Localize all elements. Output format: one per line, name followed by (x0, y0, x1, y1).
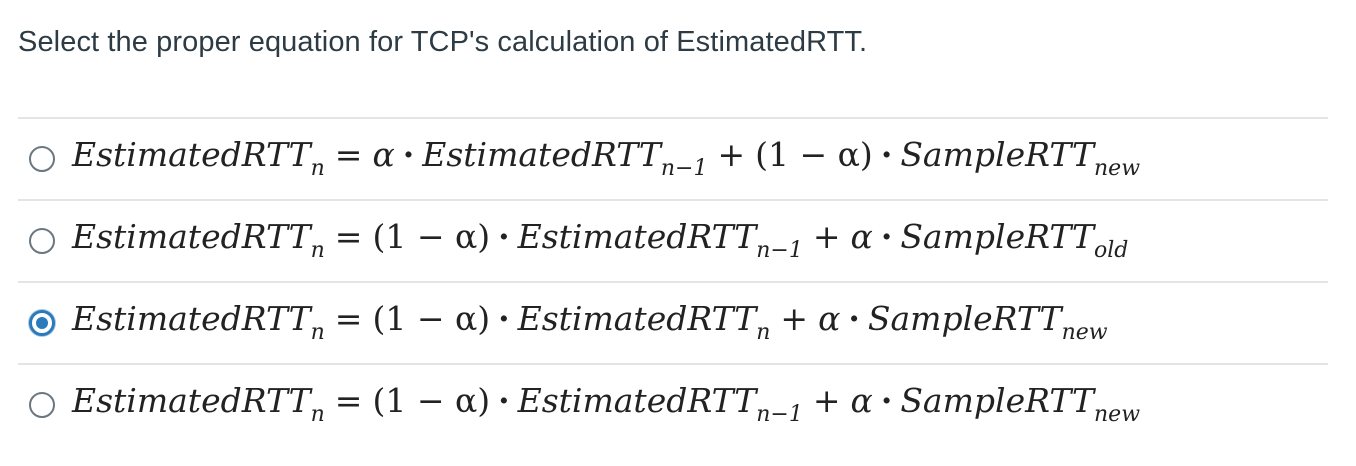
question-text: Select the proper equation for TCP's cal… (18, 26, 868, 58)
answer-option-4[interactable]: EstimatedRTTn = (1 − α) · EstimatedRTTn−1 + α ·… (18, 363, 1328, 445)
radio-button[interactable] (29, 146, 55, 172)
equation: EstimatedRTTn = (1 − α) · EstimatedRTTn + α · Sa… (72, 299, 1108, 345)
answer-list: EstimatedRTTn = α · EstimatedRTTn−1 + (1 − α) ·… (18, 117, 1328, 445)
answer-option-3[interactable]: EstimatedRTTn = (1 − α) · EstimatedRTTn + α · Sa… (18, 281, 1328, 363)
answer-option-1[interactable]: EstimatedRTTn = α · EstimatedRTTn−1 + (1 − α) ·… (18, 117, 1328, 199)
radio-button[interactable] (29, 228, 55, 254)
answer-option-2[interactable]: EstimatedRTTn = (1 − α) · EstimatedRTTn−1 + α ·… (18, 199, 1328, 281)
radio-button[interactable] (29, 392, 55, 418)
equation: EstimatedRTTn = α · EstimatedRTTn−1 + (1 − α) ·… (72, 135, 1141, 181)
equation: EstimatedRTTn = (1 − α) · EstimatedRTTn−1 + α ·… (72, 217, 1129, 263)
equation: EstimatedRTTn = (1 − α) · EstimatedRTTn−1 + α ·… (72, 381, 1141, 427)
radio-button-selected[interactable] (29, 310, 55, 336)
